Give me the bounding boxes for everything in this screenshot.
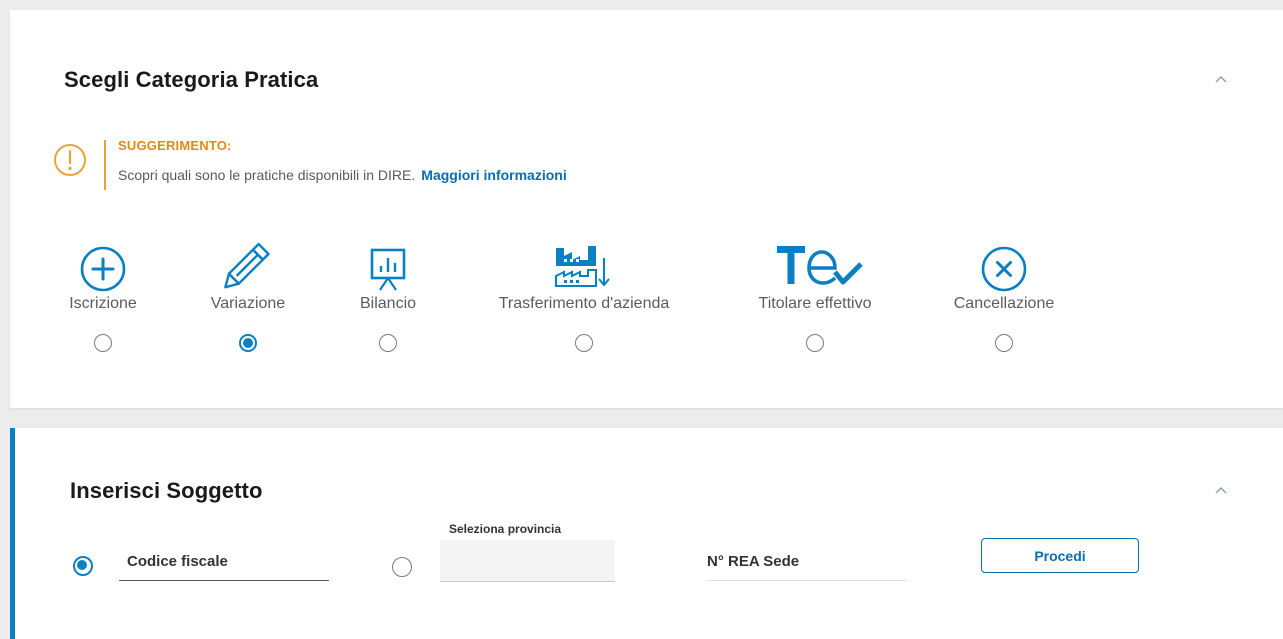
hint-description: Scopri quali sono le pratiche disponibil…	[118, 167, 416, 183]
option-label: Iscrizione	[69, 295, 137, 312]
collapse-chevron-up-icon[interactable]	[1215, 75, 1227, 85]
hint-title: SUGGERIMENTO:	[118, 138, 232, 153]
cancellazione-radio[interactable]	[995, 334, 1013, 352]
rea-input[interactable]	[707, 543, 907, 581]
option-variazione[interactable]: Variazione	[200, 236, 296, 352]
soggetto-card	[10, 428, 1283, 639]
active-section-accent	[10, 428, 15, 639]
x-circle-icon	[946, 236, 1062, 292]
option-iscrizione[interactable]: Iscrizione	[62, 236, 144, 352]
codice-fiscale-input[interactable]	[119, 543, 329, 581]
iscrizione-radio[interactable]	[94, 334, 112, 352]
option-label: Trasferimento d'azienda	[498, 295, 670, 312]
pencil-icon	[200, 236, 296, 292]
option-label: Titolare effettivo	[758, 295, 872, 312]
option-label: Variazione	[210, 295, 286, 312]
hint-text: Scopri quali sono le pratiche disponibil…	[118, 167, 567, 183]
factory-transfer-icon	[484, 236, 684, 292]
provincia-label: Seleziona provincia	[449, 522, 562, 536]
te-check-icon	[742, 236, 888, 292]
presentation-chart-icon	[350, 236, 426, 292]
collapse-chevron-up-icon[interactable]	[1215, 486, 1227, 496]
soggetto-title: Inserisci Soggetto	[70, 478, 263, 503]
titolare-radio[interactable]	[806, 334, 824, 352]
plus-circle-icon	[62, 236, 144, 292]
option-trasferimento[interactable]: Trasferimento d'azienda	[484, 236, 684, 352]
bilancio-radio[interactable]	[379, 334, 397, 352]
maggiori-informazioni-link[interactable]: Maggiori informazioni	[421, 167, 566, 183]
option-label: Bilancio	[359, 295, 417, 312]
option-titolare-effettivo[interactable]: Titolare effettivo	[742, 236, 888, 352]
categoria-title: Scegli Categoria Pratica	[64, 67, 319, 92]
provincia-select[interactable]	[440, 540, 615, 582]
rea-radio[interactable]	[392, 557, 412, 577]
trasferimento-radio[interactable]	[575, 334, 593, 352]
option-bilancio[interactable]: Bilancio	[350, 236, 426, 352]
option-label: Cancellazione	[953, 295, 1055, 312]
warning-exclamation-icon	[53, 143, 87, 177]
variazione-radio[interactable]	[239, 334, 257, 352]
codice-fiscale-radio[interactable]	[73, 556, 93, 576]
option-cancellazione[interactable]: Cancellazione	[946, 236, 1062, 352]
hint-divider	[104, 140, 106, 190]
procedi-button[interactable]: Procedi	[981, 538, 1139, 573]
